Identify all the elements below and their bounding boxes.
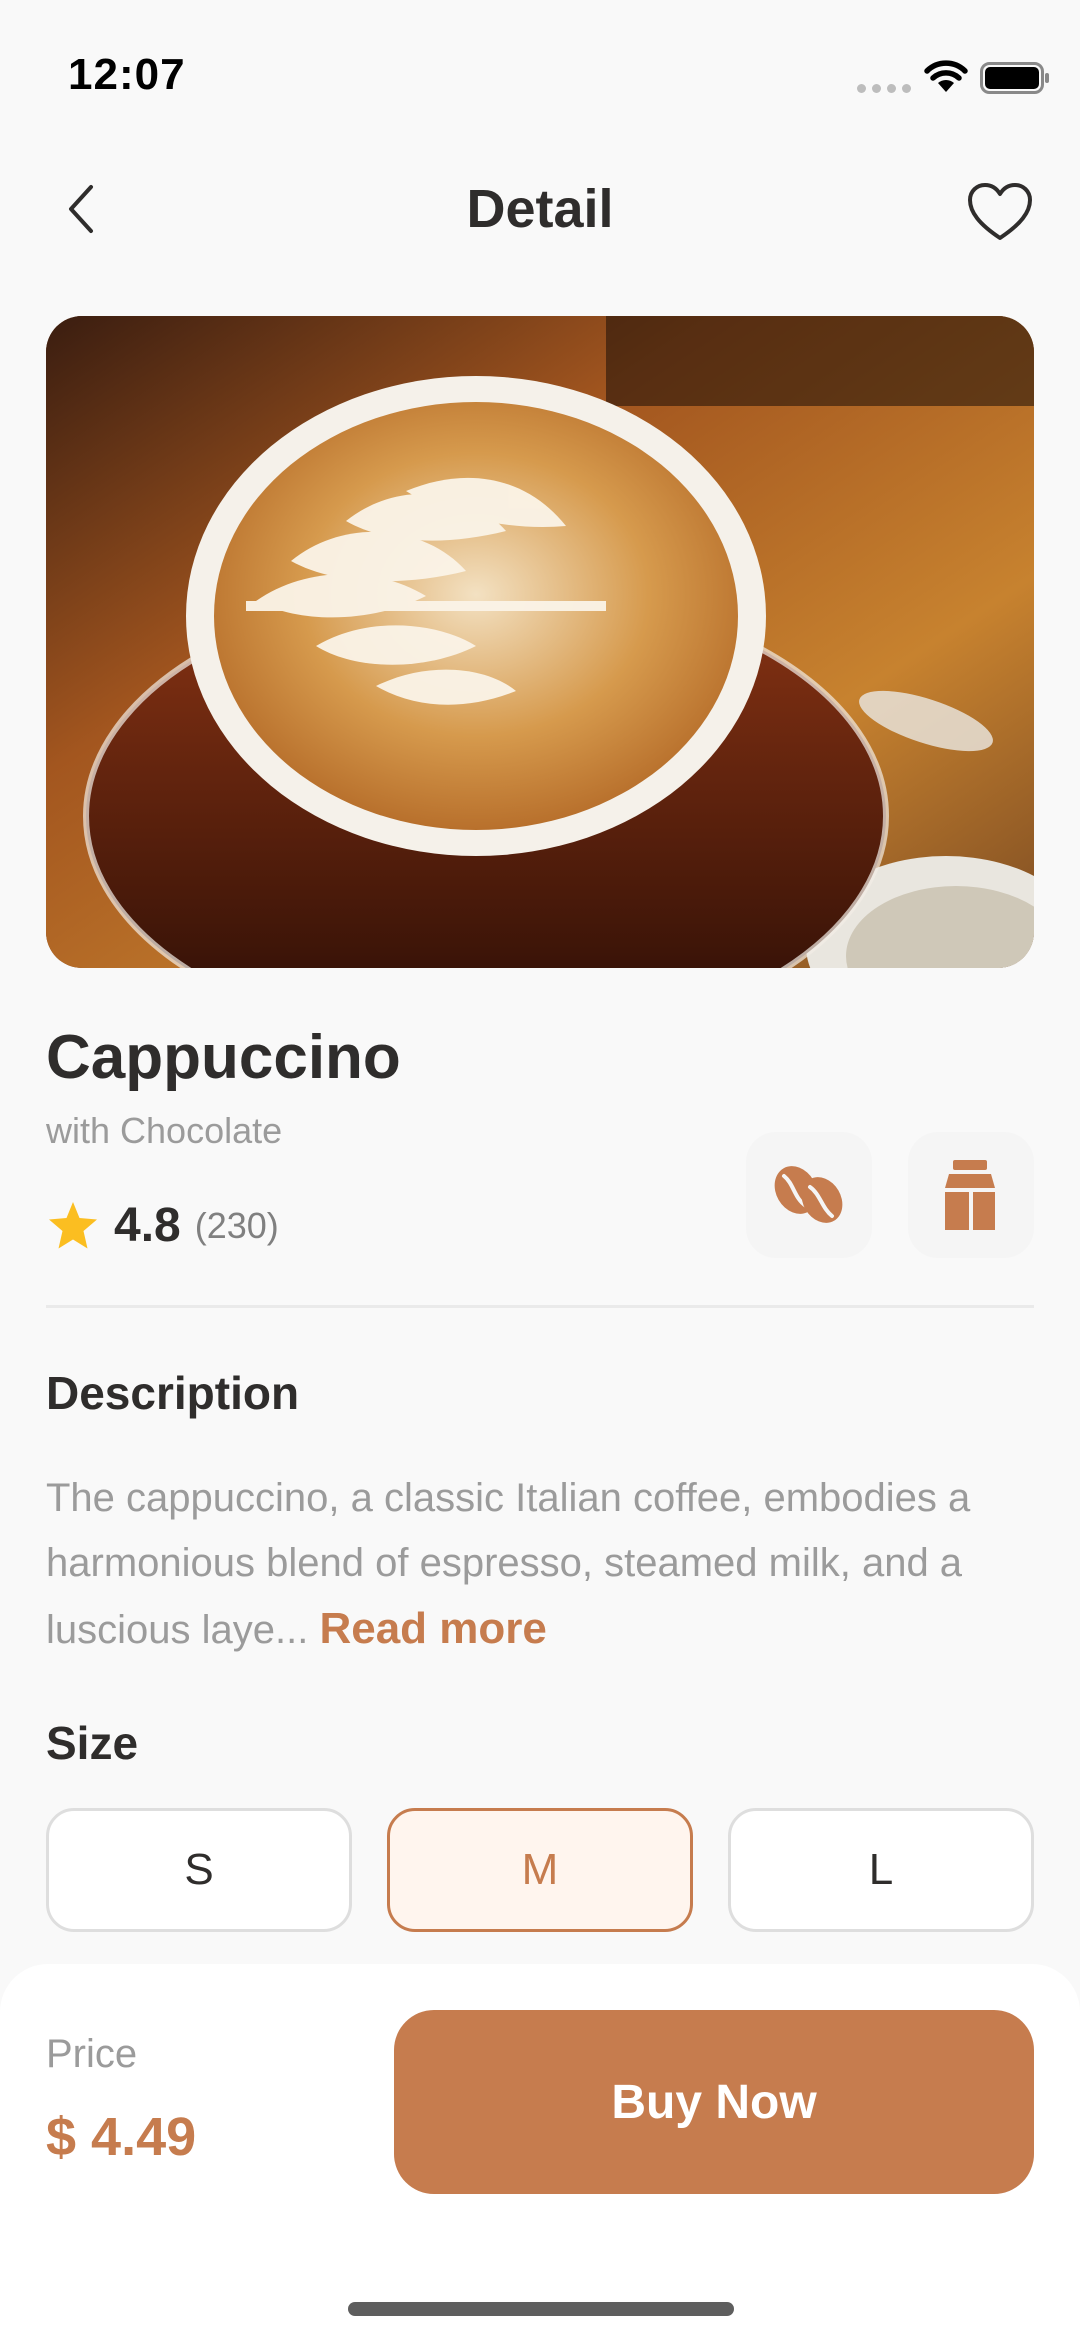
buy-now-button[interactable]: Buy Now xyxy=(394,2010,1034,2194)
purchase-bar: Price $ 4.49 Buy Now xyxy=(0,1964,1080,2340)
page-title: Detail xyxy=(466,179,614,239)
header: Detail xyxy=(0,160,1080,260)
rating: 4.8 (230) xyxy=(46,1198,279,1253)
product-subtitle: with Chocolate xyxy=(46,1110,283,1151)
product-image xyxy=(46,316,1034,968)
milk-carton-icon xyxy=(945,1160,995,1230)
wifi-icon xyxy=(924,60,968,92)
status-bar: 12:07 xyxy=(0,0,1080,150)
divider xyxy=(46,1305,1034,1308)
status-time: 12:07 xyxy=(68,50,186,99)
rating-count: (230) xyxy=(194,1204,279,1246)
cellular-signal-icon xyxy=(857,84,911,93)
heart-outline-icon xyxy=(968,183,1032,240)
size-option-s[interactable]: S xyxy=(46,1808,352,1932)
coffee-bean-icon xyxy=(774,1166,843,1223)
cappuccino-photo xyxy=(46,316,1034,968)
size-option-l[interactable]: L xyxy=(728,1808,1034,1932)
battery-icon xyxy=(980,62,1049,94)
size-heading: Size xyxy=(46,1717,139,1769)
home-indicator[interactable] xyxy=(348,2302,734,2316)
coffee-bean-badge xyxy=(746,1132,872,1258)
read-more-link[interactable]: Read more xyxy=(319,1604,546,1653)
favorite-button[interactable] xyxy=(962,174,1038,250)
price-value: $ 4.49 xyxy=(46,2107,197,2167)
milk-badge xyxy=(908,1132,1034,1258)
star-icon xyxy=(49,1201,97,1248)
price-label: Price xyxy=(46,2032,138,2076)
rating-value: 4.8 xyxy=(114,1199,181,1252)
size-option-m[interactable]: M xyxy=(387,1808,693,1932)
size-selector: S M L xyxy=(46,1808,1034,1932)
description-heading: Description xyxy=(46,1367,300,1419)
description-text: The cappuccino, a classic Italian coffee… xyxy=(46,1466,1046,1663)
coffee-detail-screen: 12:07 Detail Cappuccino with Chocolate 4… xyxy=(0,0,1080,2340)
product-name: Cappuccino xyxy=(46,1023,401,1092)
